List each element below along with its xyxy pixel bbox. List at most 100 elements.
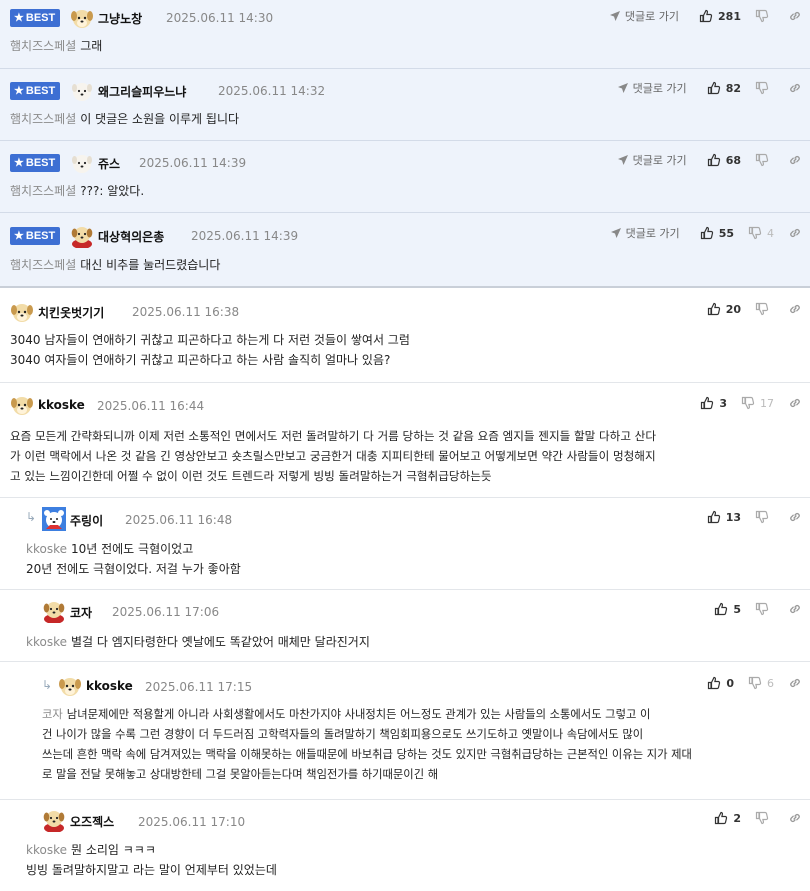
avatar[interactable] xyxy=(10,393,34,417)
goto-reply-button[interactable]: 댓글로 가기 xyxy=(610,225,680,241)
nickname[interactable]: kkoske xyxy=(86,679,133,693)
upvote-button[interactable]: 20 xyxy=(707,302,741,316)
thumbs-down-icon xyxy=(755,811,769,825)
permalink-button[interactable] xyxy=(788,153,802,167)
permalink-button[interactable] xyxy=(788,81,802,95)
mention[interactable]: 햄치즈스페셜 xyxy=(10,39,76,53)
best-comment: ★ BEST 쥬스 2025.06.11 14:39 댓글로 가기 68 햄치즈스… xyxy=(0,141,810,213)
nickname[interactable]: 코자 xyxy=(70,604,92,621)
upvote-button[interactable]: 5 xyxy=(714,602,741,616)
comment-actions: 댓글로 가기 82 xyxy=(617,80,802,96)
mention[interactable]: kkoske xyxy=(26,843,67,857)
comment-actions: 댓글로 가기 68 xyxy=(617,152,802,168)
send-icon xyxy=(617,82,629,94)
link-icon xyxy=(788,676,802,690)
nickname[interactable]: kkoske xyxy=(38,398,85,412)
downvote-button[interactable] xyxy=(755,602,774,616)
thumbs-up-icon xyxy=(700,226,714,240)
goto-reply-button[interactable]: 댓글로 가기 xyxy=(617,80,687,96)
mention[interactable]: kkoske xyxy=(26,542,67,556)
downvote-button[interactable] xyxy=(755,9,774,23)
permalink-button[interactable] xyxy=(788,676,802,690)
comment-actions: 댓글로 가기 55 4 xyxy=(610,225,802,241)
downvote-button[interactable] xyxy=(755,81,774,95)
permalink-button[interactable] xyxy=(788,9,802,23)
timestamp: 2025.06.11 14:39 xyxy=(139,156,247,170)
comment-actions: 2 xyxy=(714,811,802,825)
permalink-button[interactable] xyxy=(788,226,802,240)
star-icon: ★ xyxy=(14,12,24,24)
permalink-button[interactable] xyxy=(788,602,802,616)
avatar[interactable] xyxy=(42,507,66,531)
nickname[interactable]: 그냥노창 xyxy=(98,10,142,27)
goto-reply-button[interactable]: 댓글로 가기 xyxy=(617,152,687,168)
timestamp: 2025.06.11 14:39 xyxy=(191,229,299,243)
comment-actions: 20 xyxy=(707,302,802,316)
nickname[interactable]: 쥬스 xyxy=(98,155,120,172)
mention[interactable]: 햄치즈스페셜 xyxy=(10,258,76,272)
downvote-button[interactable]: 4 xyxy=(748,226,774,240)
timestamp: 2025.06.11 17:06 xyxy=(112,605,220,619)
upvote-button[interactable]: 55 xyxy=(700,226,734,240)
nickname[interactable]: 오즈젝스 xyxy=(70,813,114,830)
mention[interactable]: 햄치즈스페셜 xyxy=(10,112,76,126)
thumbs-up-icon xyxy=(707,153,721,167)
link-icon xyxy=(788,153,802,167)
mention[interactable]: 햄치즈스페셜 xyxy=(10,184,76,198)
upvote-button[interactable]: 0 xyxy=(707,676,734,690)
downvote-button[interactable] xyxy=(755,811,774,825)
upvote-button[interactable]: 2 xyxy=(714,811,741,825)
avatar[interactable] xyxy=(42,808,66,832)
permalink-button[interactable] xyxy=(788,396,802,410)
comment-text: 10년 전에도 극혐이었고 xyxy=(70,542,194,556)
comment-text: 빙빙 돌려말하지말고 라는 말이 언제부터 있었는데 xyxy=(26,863,277,877)
upvote-count: 281 xyxy=(718,9,741,23)
upvote-button[interactable]: 13 xyxy=(707,510,741,524)
nickname[interactable]: 주링이 xyxy=(70,512,103,529)
downvote-button[interactable]: 17 xyxy=(741,396,774,410)
upvote-button[interactable]: 82 xyxy=(707,81,741,95)
avatar[interactable] xyxy=(10,300,34,324)
best-badge: ★ BEST xyxy=(10,227,61,245)
comment-actions: 0 6 xyxy=(707,676,802,690)
comment: kkoske 2025.06.11 16:44 3 17 요즘 모든게 간략화되… xyxy=(0,383,810,498)
upvote-button[interactable]: 3 xyxy=(700,396,727,410)
goto-reply-button[interactable]: 댓글로 가기 xyxy=(609,8,679,24)
best-comment: ★ BEST 왜그리슬피우느냐 2025.06.11 14:32 댓글로 가기 8… xyxy=(0,69,810,141)
avatar[interactable] xyxy=(70,224,94,248)
mention[interactable]: 코자 xyxy=(42,708,63,721)
upvote-button[interactable]: 68 xyxy=(707,153,741,167)
thumbs-up-icon xyxy=(700,396,714,410)
comment-actions: 5 xyxy=(714,602,802,616)
avatar[interactable] xyxy=(70,151,94,175)
nickname[interactable]: 치킨옷벗기기 xyxy=(38,304,104,321)
downvote-button[interactable] xyxy=(755,153,774,167)
comment-body: kkoske 별걸 다 엠지타령한다 옛날에도 똑같았어 매체만 달라진거지 xyxy=(26,632,370,652)
reply-comment: ↳ 주링이 2025.06.11 16:48 13 kkoske 10년 전에도 … xyxy=(0,498,810,590)
upvote-count: 0 xyxy=(726,676,734,690)
permalink-button[interactable] xyxy=(788,811,802,825)
comment-body: 코자 남녀문제에만 적용할게 아니라 사회생활에서도 마찬가지야 사내정치든 어느… xyxy=(42,705,692,785)
permalink-button[interactable] xyxy=(788,510,802,524)
avatar[interactable] xyxy=(70,6,94,30)
avatar[interactable] xyxy=(58,674,82,698)
downvote-button[interactable] xyxy=(755,510,774,524)
avatar[interactable] xyxy=(42,599,66,623)
nickname[interactable]: 대상혁의은총 xyxy=(98,228,164,245)
reply-arrow-icon: ↳ xyxy=(26,510,37,524)
comment-text: 남녀문제에만 적용할게 아니라 사회생활에서도 마찬가지야 사내정치든 어느정도… xyxy=(66,708,651,721)
comment-actions: 댓글로 가기 281 xyxy=(609,8,802,24)
avatar[interactable] xyxy=(70,79,94,103)
downvote-button[interactable] xyxy=(755,302,774,316)
thumbs-up-icon xyxy=(714,811,728,825)
timestamp: 2025.06.11 16:48 xyxy=(125,513,233,527)
send-icon xyxy=(610,227,622,239)
nickname[interactable]: 왜그리슬피우느냐 xyxy=(98,83,186,100)
send-icon xyxy=(617,154,629,166)
upvote-button[interactable]: 281 xyxy=(699,9,741,23)
comment-body: 햄치즈스페셜 ???: 알았다. xyxy=(10,181,144,201)
mention[interactable]: kkoske xyxy=(26,635,67,649)
comment-text: 대신 비추를 눌러드렸습니다 xyxy=(80,258,221,272)
downvote-button[interactable]: 6 xyxy=(748,676,774,690)
permalink-button[interactable] xyxy=(788,302,802,316)
